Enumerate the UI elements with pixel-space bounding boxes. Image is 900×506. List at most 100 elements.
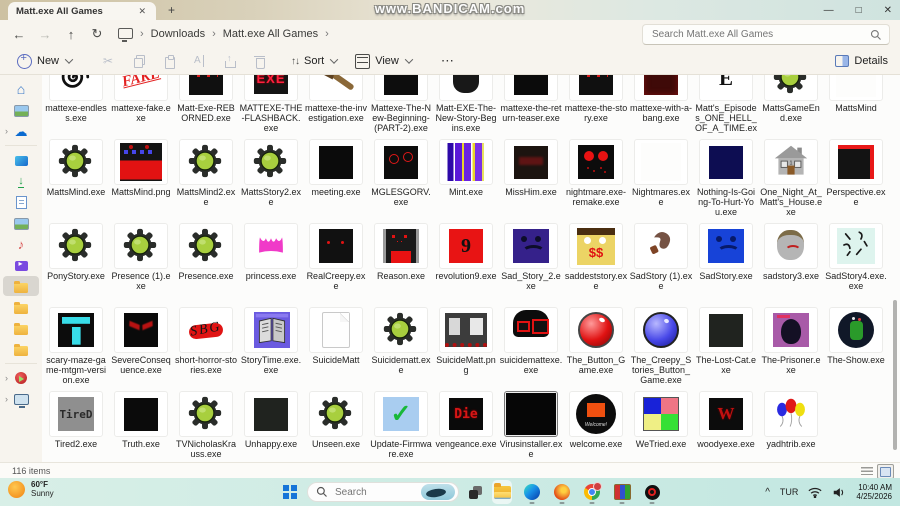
delete-icon[interactable] (253, 55, 266, 69)
file-item[interactable]: StoryTime.exe.exe (239, 307, 303, 387)
file-item[interactable]: Nightmares.exe (629, 139, 693, 219)
forward-button[interactable]: → (32, 27, 58, 42)
task-view-button[interactable] (469, 485, 482, 499)
file-item[interactable]: mattexe-endless.exe (44, 75, 108, 135)
file-item[interactable]: FAKE mattexe-fake.exe (109, 75, 173, 135)
up-button[interactable]: ↑ (58, 27, 84, 42)
file-item[interactable]: princess.exe (239, 223, 303, 303)
start-button[interactable] (283, 485, 297, 499)
sidebar-item-gallery[interactable] (3, 100, 39, 120)
file-item[interactable]: mattexe-the-return-teaser.exe (499, 75, 563, 135)
vertical-scrollbar[interactable] (890, 75, 898, 462)
view-button[interactable]: View (346, 50, 421, 72)
sidebar-item-folder4[interactable] (3, 339, 39, 359)
search-input[interactable] (650, 28, 870, 41)
large-icons-view-button[interactable] (877, 464, 894, 479)
file-item[interactable]: Perspective.exe (824, 139, 888, 219)
sidebar-item-folder3[interactable] (3, 318, 39, 338)
file-item[interactable]: The-Lost-Cat.exe (694, 307, 758, 387)
rename-icon[interactable] (193, 54, 206, 68)
file-item[interactable]: Sad_Story_2.exe (499, 223, 563, 303)
file-item[interactable]: TireD Tired2.exe (44, 391, 108, 462)
file-item[interactable]: E Matt's_Episodes_ONE_HELL_OF_A_TIME.exe (694, 75, 758, 135)
file-item[interactable]: Unhappy.exe (239, 391, 303, 462)
file-item[interactable]: MattsMind2.exe (174, 139, 238, 219)
file-item[interactable]: Mint.exe (434, 139, 498, 219)
firefox-taskbar-button[interactable] (552, 480, 572, 504)
winrar-taskbar-button[interactable] (612, 480, 632, 504)
sidebar-item-thispc[interactable]: › (3, 389, 39, 409)
file-item[interactable]: PonyStory.exe (44, 223, 108, 303)
file-item[interactable]: EXE MATTEXE-THE-FLASHBACK.exe (239, 75, 303, 135)
minimize-button[interactable]: — (824, 5, 834, 16)
file-item[interactable]: MattsGameEnd.exe (759, 75, 823, 135)
sidebar-item-music[interactable] (3, 234, 39, 254)
file-item[interactable]: Suicidematt.exe (369, 307, 433, 387)
file-item[interactable]: Welcome! welcome.exe (564, 391, 628, 462)
file-item[interactable]: Matt-EXE-The-New-Story-Begins.exe (434, 75, 498, 135)
sidebar-item-videos[interactable] (3, 255, 39, 275)
file-item[interactable]: MattsMind (824, 75, 888, 135)
file-explorer-taskbar-button[interactable] (492, 480, 512, 504)
file-item[interactable]: Nothing-Is-Going-To-Hurt-You.exe (694, 139, 758, 219)
sidebar-item-pictures[interactable] (3, 213, 39, 233)
details-button[interactable]: Details (835, 55, 888, 67)
file-item[interactable]: MGLESGORV.exe (369, 139, 433, 219)
maximize-button[interactable]: □ (856, 5, 862, 16)
file-item[interactable]: MattsMind.png (109, 139, 173, 219)
file-item[interactable]: SBG short-horror-stories.exe (174, 307, 238, 387)
sidebar-item-home[interactable] (3, 79, 39, 99)
file-item[interactable]: SadStory (1).exe (629, 223, 693, 303)
file-item[interactable]: MattsStory2.exe (239, 139, 303, 219)
sidebar-item-downloads[interactable] (3, 171, 39, 191)
file-item[interactable]: MattsMind.exe (44, 139, 108, 219)
file-item[interactable]: Virusinstaller.exe (499, 391, 563, 462)
sidebar-item-documents[interactable] (3, 192, 39, 212)
close-button[interactable]: ✕ (884, 5, 892, 16)
file-item[interactable]: yadhtrib.exe (759, 391, 823, 462)
file-item[interactable]: MissHim.exe (499, 139, 563, 219)
new-button[interactable]: New (8, 50, 81, 72)
file-item[interactable]: mattexe-with-a-bang.exe (629, 75, 693, 135)
file-item[interactable]: scary-maze-game-mtgm-version.exe (44, 307, 108, 387)
share-icon[interactable] (223, 53, 237, 68)
file-item[interactable]: mattexe-the-story.exe (564, 75, 628, 135)
more-options-button[interactable]: ⋯ (441, 53, 455, 69)
taskbar-search[interactable] (307, 482, 459, 502)
details-view-icon[interactable] (861, 466, 873, 477)
file-item[interactable]: Reason.exe (369, 223, 433, 303)
weather-widget[interactable]: 60°F Sunny (8, 480, 54, 498)
cut-icon[interactable]: ✂ (103, 54, 116, 68)
file-item[interactable]: ✓ Update-Firmware.exe (369, 391, 433, 462)
clock[interactable]: 10:40 AM 4/25/2026 (856, 483, 892, 501)
file-item[interactable]: sadstory3.exe (759, 223, 823, 303)
back-button[interactable]: ← (6, 27, 32, 42)
chrome-taskbar-button[interactable] (582, 480, 602, 504)
file-item[interactable]: WeTried.exe (629, 391, 693, 462)
edge-taskbar-button[interactable] (522, 480, 542, 504)
refresh-button[interactable]: ↻ (84, 26, 110, 42)
file-item[interactable]: RealCreepy.exe (304, 223, 368, 303)
taskbar-search-input[interactable] (333, 485, 416, 499)
file-item[interactable]: Matt-Exe-REBORNED.exe (174, 75, 238, 135)
bandicam-taskbar-button[interactable] (642, 480, 662, 504)
file-item[interactable]: suicidemattexe.exe (499, 307, 563, 387)
file-item[interactable]: Truth.exe (109, 391, 173, 462)
file-item[interactable]: SuicideMatt.png (434, 307, 498, 387)
file-item[interactable]: The-Prisoner.exe (759, 307, 823, 387)
hidden-icons-button[interactable]: ^ (765, 487, 770, 498)
scrollbar-thumb[interactable] (893, 300, 897, 450)
copy-icon[interactable] (133, 54, 146, 68)
file-item[interactable]: SuicideMatt (304, 307, 368, 387)
file-item[interactable]: Wwoodyexe.exe (694, 391, 758, 462)
sort-button[interactable]: ↑↓ Sort (282, 50, 346, 72)
file-item[interactable]: nightmare.exe-remake.exe (564, 139, 628, 219)
sidebar-item-onedrive[interactable]: › (3, 121, 39, 141)
file-item[interactable]: 9 revolution9.exe (434, 223, 498, 303)
paste-icon[interactable] (163, 54, 176, 69)
this-pc-icon[interactable] (118, 27, 133, 42)
file-item[interactable]: The_Creepy_Stories_Button_Game.exe (629, 307, 693, 387)
file-item[interactable]: The-Show.exe (824, 307, 888, 387)
file-item[interactable]: meeting.exe (304, 139, 368, 219)
file-item[interactable]: TVNicholasKrauss.exe (174, 391, 238, 462)
